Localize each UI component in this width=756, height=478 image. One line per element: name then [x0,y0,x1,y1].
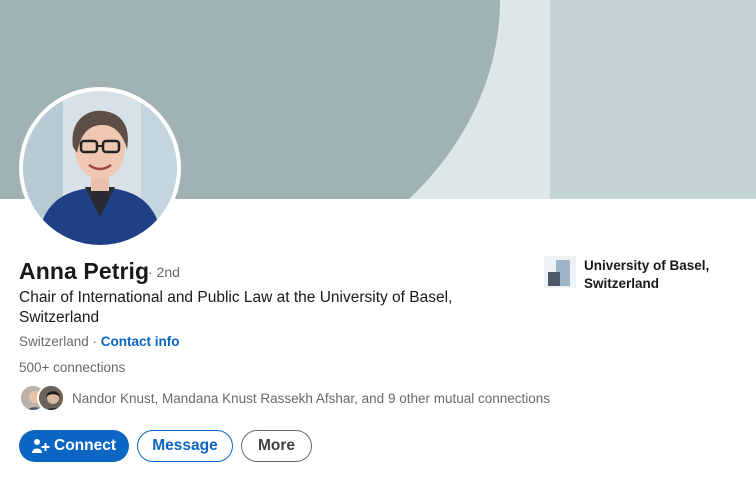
connect-label: Connect [54,437,116,454]
mutual-connections-avatars[interactable] [19,384,65,412]
location-row: Switzerland · Contact info [19,334,180,349]
more-label: More [257,437,296,454]
message-button[interactable]: Message [137,430,233,462]
profile-name: Anna Petrig [19,258,150,284]
add-person-icon [32,438,50,454]
location-text: Switzerland [19,334,89,349]
connect-button[interactable]: Connect [19,430,129,462]
location-separator: · [88,334,101,349]
current-organization[interactable]: University of Basel, Switzerland [544,256,744,292]
university-logo-icon [544,256,576,288]
profile-photo-image [23,91,177,245]
more-button[interactable]: More [241,430,312,462]
organization-name: University of Basel, Switzerland [584,258,710,291]
profile-photo[interactable] [19,87,181,249]
connection-degree: · 2nd [148,264,180,280]
mutual-avatar-2 [37,384,65,412]
connections-count[interactable]: 500+ connections [19,360,125,375]
message-label: Message [152,437,218,454]
mutual-connections-text[interactable]: Nandor Knust, Mandana Knust Rassekh Afsh… [72,391,550,406]
profile-headline: Chair of International and Public Law at… [19,289,453,326]
contact-info-link[interactable]: Contact info [101,334,180,349]
